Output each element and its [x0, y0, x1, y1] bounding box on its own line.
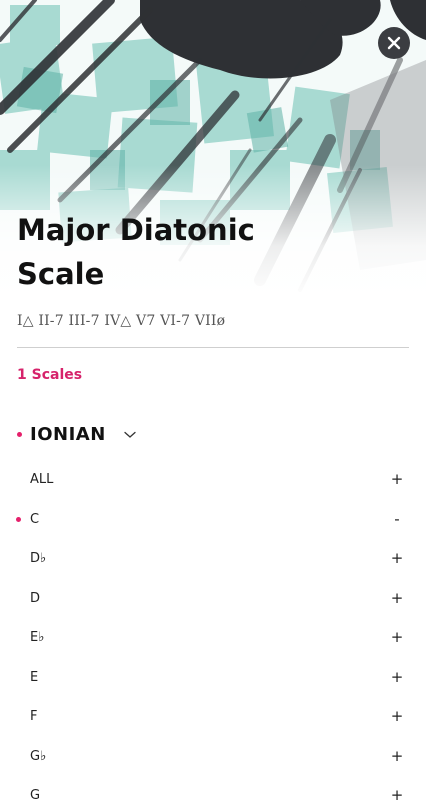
add-button[interactable]: +: [390, 589, 404, 607]
key-label: ALL: [30, 472, 54, 487]
chevron-down-icon[interactable]: [124, 431, 136, 439]
add-button[interactable]: +: [390, 747, 404, 765]
key-label: D♭: [30, 551, 47, 566]
key-row[interactable]: C-: [0, 501, 426, 539]
add-button[interactable]: +: [390, 707, 404, 725]
key-label: D: [30, 591, 41, 606]
selected-indicator: [16, 517, 21, 522]
key-label: G♭: [30, 749, 47, 764]
add-button[interactable]: +: [390, 628, 404, 646]
divider: [17, 347, 409, 348]
add-button[interactable]: +: [390, 470, 404, 488]
key-label: G: [30, 788, 41, 800]
key-row[interactable]: G♭ +: [0, 738, 426, 776]
close-icon: [387, 36, 401, 50]
key-row[interactable]: D +: [0, 580, 426, 618]
add-button[interactable]: +: [390, 786, 404, 800]
close-button[interactable]: [378, 27, 410, 59]
key-row[interactable]: G +: [0, 777, 426, 800]
key-row[interactable]: E +: [0, 659, 426, 697]
scales-count: 1 Scales: [17, 367, 83, 383]
mode-selector[interactable]: IONIAN: [17, 424, 136, 445]
key-label: F: [30, 709, 38, 724]
chord-sequence: I△ II-7 III-7 IV△ V7 VI-7 VIIø: [17, 313, 226, 329]
key-row[interactable]: ALL +: [0, 461, 426, 499]
key-row[interactable]: E♭ +: [0, 619, 426, 657]
key-label: E♭: [30, 630, 45, 645]
remove-button[interactable]: -: [390, 510, 404, 528]
key-label: C: [30, 512, 40, 527]
key-row[interactable]: F +: [0, 698, 426, 736]
page-title: Major Diatonic Scale: [17, 213, 255, 291]
key-row[interactable]: D♭ +: [0, 540, 426, 578]
mode-name: IONIAN: [30, 424, 106, 445]
add-button[interactable]: +: [390, 549, 404, 567]
add-button[interactable]: +: [390, 668, 404, 686]
key-label: E: [30, 670, 39, 685]
selected-indicator: [17, 432, 22, 437]
